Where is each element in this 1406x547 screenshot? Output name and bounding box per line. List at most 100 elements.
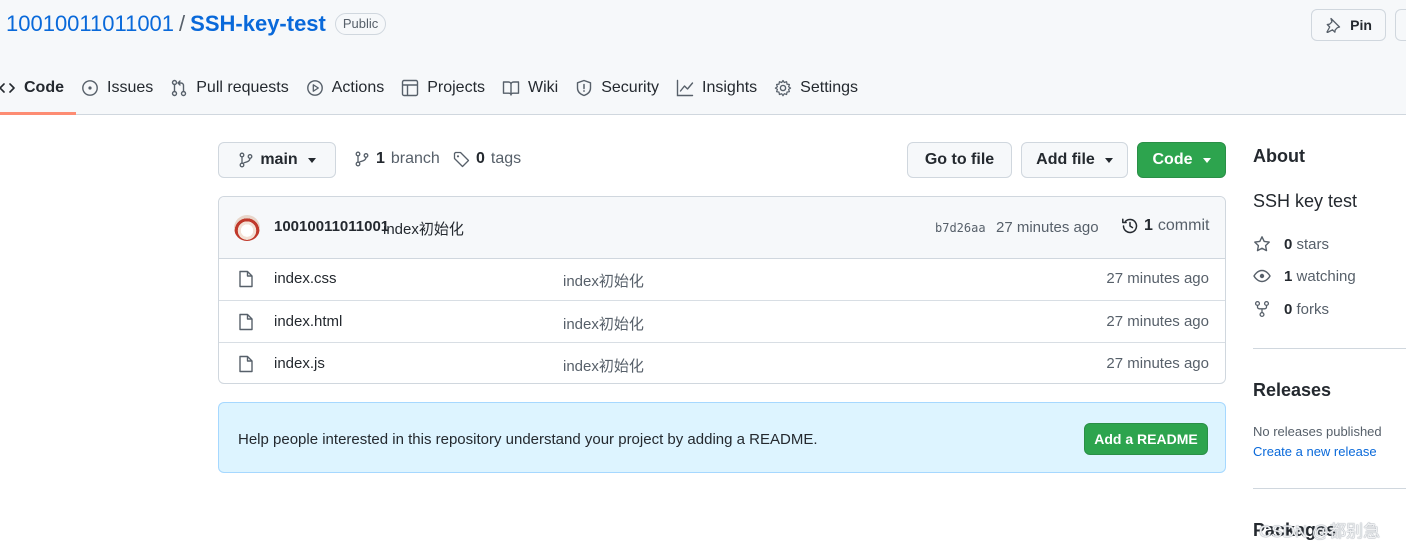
tab-issues-label: Issues — [107, 78, 154, 96]
chevron-down-icon — [1202, 157, 1211, 163]
code-dropdown-button[interactable]: Code — [1137, 142, 1226, 178]
repo-forked-icon — [1253, 300, 1271, 318]
graph-icon — [676, 79, 694, 97]
tab-issues[interactable]: Issues — [81, 66, 153, 109]
file-commit-message-link[interactable]: index初始化 — [563, 270, 644, 291]
commit-message-link[interactable]: index初始化 — [383, 218, 464, 239]
stars-label: stars — [1296, 235, 1330, 253]
tab-security-label: Security — [601, 78, 660, 96]
tab-wiki-label: Wiki — [528, 78, 559, 96]
commit-count: 1 — [1144, 217, 1153, 234]
file-name-link[interactable]: index.js — [274, 355, 325, 372]
header-action-button[interactable] — [1395, 9, 1406, 41]
commit-author-link[interactable]: 10010011011001 — [274, 218, 389, 235]
tag-count: 0 — [476, 150, 485, 167]
forks-label: forks — [1296, 300, 1330, 318]
file-commit-message-link[interactable]: index初始化 — [563, 355, 644, 376]
go-to-file-label: Go to file — [924, 151, 995, 168]
file-name-link[interactable]: index.css — [274, 270, 337, 287]
file-commit-message-link[interactable]: index初始化 — [563, 313, 644, 334]
file-icon — [238, 270, 254, 288]
play-icon — [306, 79, 324, 97]
repo-title: 10010011011001 / SSH-key-test Public — [6, 9, 387, 39]
tab-settings-label: Settings — [800, 78, 858, 96]
history-icon — [1121, 217, 1139, 235]
tags-link[interactable]: 0 tags — [453, 150, 521, 168]
readme-prompt-text: Help people interested in this repositor… — [238, 431, 818, 448]
repo-description: SSH key test — [1253, 191, 1358, 211]
readme-prompt: Help people interested in this repositor… — [218, 402, 1226, 473]
branch-count-label: branch — [390, 150, 440, 167]
forks-count: 0 — [1284, 300, 1293, 318]
no-releases-text: No releases published — [1253, 424, 1382, 439]
latest-commit-bar: 10010011011001 index初始化 b7d26aa 27 minut… — [219, 197, 1225, 259]
file-commit-time: 27 minutes ago — [1106, 355, 1209, 372]
file-icon — [238, 313, 254, 331]
branch-select-button[interactable]: main — [218, 142, 336, 178]
file-row: index.html index初始化 27 minutes ago — [219, 300, 1225, 342]
visibility-badge: Public — [334, 13, 387, 35]
repo-name-link[interactable]: SSH-key-test — [190, 11, 326, 37]
tab-pull-requests-label: Pull requests — [196, 78, 289, 96]
repo-owner-link[interactable]: 10010011011001 — [6, 11, 174, 37]
avatar[interactable] — [234, 215, 260, 241]
repo-header: 10010011011001 / SSH-key-test Public Pin… — [0, 0, 1406, 115]
tab-insights-label: Insights — [702, 78, 758, 96]
selected-tab-underline — [0, 112, 76, 115]
releases-heading[interactable]: Releases — [1253, 380, 1331, 401]
book-icon — [502, 79, 520, 97]
table-icon — [401, 79, 419, 97]
branch-name: main — [260, 151, 298, 168]
commit-sha-link[interactable]: b7d26aa — [935, 221, 986, 235]
about-heading: About — [1253, 146, 1305, 166]
tab-actions-label: Actions — [331, 78, 385, 96]
stars-link[interactable]: 0 stars — [1253, 235, 1329, 253]
watching-label: watching — [1296, 267, 1356, 285]
file-commit-time: 27 minutes ago — [1106, 313, 1209, 330]
tab-insights[interactable]: Insights — [676, 66, 757, 109]
tab-wiki[interactable]: Wiki — [502, 66, 558, 109]
code-button-label: Code — [1152, 151, 1193, 168]
add-readme-button[interactable]: Add a README — [1084, 423, 1208, 455]
sidebar-divider — [1253, 488, 1406, 489]
file-row: index.js index初始化 27 minutes ago — [219, 342, 1225, 383]
branches-link[interactable]: 1 branch — [354, 150, 440, 168]
pin-icon — [1325, 17, 1341, 33]
git-branch-icon — [354, 151, 370, 167]
watching-count: 1 — [1284, 267, 1293, 285]
git-pull-request-icon — [170, 79, 188, 97]
add-file-button[interactable]: Add file — [1021, 142, 1128, 178]
pin-label: Pin — [1350, 17, 1372, 33]
create-release-link[interactable]: Create a new release — [1253, 444, 1377, 459]
chevron-down-icon — [307, 157, 316, 163]
tab-settings[interactable]: Settings — [774, 66, 858, 109]
git-branch-icon — [238, 152, 254, 168]
file-commit-time: 27 minutes ago — [1106, 270, 1209, 287]
sidebar-divider — [1253, 348, 1406, 349]
add-file-label: Add file — [1036, 151, 1095, 168]
issue-opened-icon — [81, 79, 99, 97]
watchers-link[interactable]: 1 watching — [1253, 267, 1356, 285]
commit-history-link[interactable]: 1 commit — [1121, 217, 1209, 235]
tab-security[interactable]: Security — [575, 66, 659, 109]
forks-link[interactable]: 0 forks — [1253, 300, 1329, 318]
commit-count-label: commit — [1157, 217, 1210, 234]
go-to-file-button[interactable]: Go to file — [907, 142, 1012, 178]
shield-icon — [575, 79, 593, 97]
eye-icon — [1253, 267, 1271, 285]
commit-time: 27 minutes ago — [996, 219, 1099, 236]
tag-icon — [453, 151, 470, 168]
gear-icon — [774, 79, 792, 97]
pin-button[interactable]: Pin — [1311, 9, 1386, 41]
branch-count: 1 — [376, 150, 385, 167]
tab-actions[interactable]: Actions — [306, 66, 384, 109]
stars-count: 0 — [1284, 235, 1293, 253]
file-name-link[interactable]: index.html — [274, 313, 342, 330]
file-icon — [238, 355, 254, 373]
tab-projects[interactable]: Projects — [401, 66, 485, 109]
tab-pull-requests[interactable]: Pull requests — [170, 66, 289, 109]
file-row: index.css index初始化 27 minutes ago — [219, 258, 1225, 300]
tab-code[interactable]: Code — [0, 66, 64, 109]
repo-separator: / — [179, 11, 186, 36]
code-icon — [0, 79, 16, 97]
